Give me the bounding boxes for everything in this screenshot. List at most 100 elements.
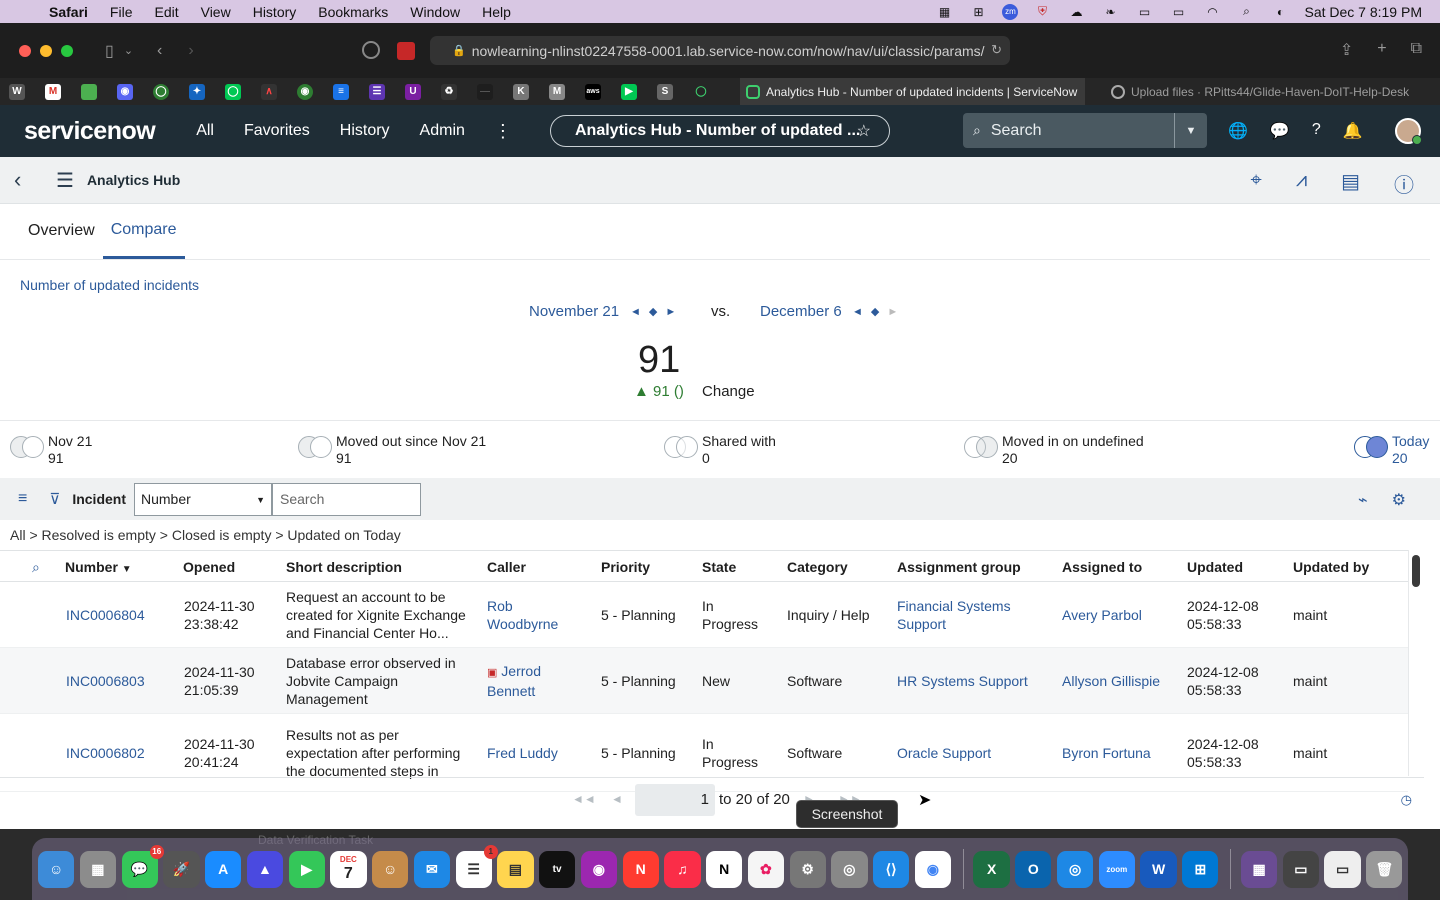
close-window-button[interactable] xyxy=(19,44,31,57)
nav-all[interactable]: All xyxy=(181,122,229,140)
sidebar-icon[interactable]: ▯ xyxy=(105,41,114,61)
comments-icon[interactable]: ▤ xyxy=(1341,169,1360,198)
favorite-s-icon[interactable]: S xyxy=(657,83,673,100)
tab-overview-icon[interactable]: ⧉ xyxy=(1411,40,1422,60)
favorite-circle-icon[interactable]: ◯ xyxy=(153,83,169,100)
podcasts-icon[interactable]: ◉ xyxy=(580,850,617,888)
favorite-servicenow2-icon[interactable]: ◯ xyxy=(693,83,709,100)
mail-icon[interactable]: ✉ xyxy=(413,850,450,888)
date-2-arrows[interactable]: ◄◆► xyxy=(852,305,906,318)
menu-app-name[interactable]: Safari xyxy=(38,4,99,20)
incident-number-link[interactable]: INC0006804 xyxy=(66,606,145,624)
gmail-icon[interactable]: M xyxy=(45,83,61,100)
column-search-icon[interactable]: ⌕ xyxy=(32,559,40,576)
calendar-icon[interactable]: DEC 7 xyxy=(330,850,367,888)
col-updated[interactable]: Updated xyxy=(1187,559,1243,575)
assignment-group-link[interactable]: Financial Systems Support xyxy=(897,597,1011,633)
favorite-u-icon[interactable]: U xyxy=(405,83,421,100)
system-settings-icon[interactable]: ⚙ xyxy=(789,850,826,888)
tab-upload-files[interactable]: Upload files · RPitts44/Glide-Haven-DoIT… xyxy=(1105,78,1440,105)
favorite-recycle-icon[interactable]: ♻ xyxy=(441,83,457,100)
assigned-to-link[interactable]: Avery Parbol xyxy=(1062,606,1142,624)
compare-date-1[interactable]: November 21 xyxy=(529,303,619,320)
launchpad-icon[interactable]: ▦ xyxy=(79,850,116,888)
favorite-wave-icon[interactable]: ∧ xyxy=(261,83,277,100)
hamburger-menu-icon[interactable]: ☰ xyxy=(56,168,74,193)
tab-compare[interactable]: Compare xyxy=(102,203,185,259)
menu-bookmarks[interactable]: Bookmarks xyxy=(307,4,399,20)
caller-link[interactable]: ▣ Jerrod Bennett xyxy=(487,662,541,700)
filter-breadcrumb[interactable]: All > Resolved is empty > Closed is empt… xyxy=(10,527,401,543)
favorite-k-icon[interactable]: K xyxy=(513,83,529,100)
indicator-link[interactable]: Number of updated incidents xyxy=(20,277,199,293)
recent-item-icon[interactable]: ▦ xyxy=(1240,850,1278,888)
favorite-w-icon[interactable]: W xyxy=(9,83,25,100)
spotlight-search-icon[interactable]: ⌕ xyxy=(1236,4,1256,19)
settings-gear-icon[interactable]: ⚙ xyxy=(1392,490,1406,510)
mcafee-icon[interactable]: ⛨ xyxy=(1032,4,1052,19)
col-updated-by[interactable]: Updated by xyxy=(1293,559,1369,575)
chevron-down-icon[interactable]: ⌄ xyxy=(124,44,133,57)
music-icon[interactable]: ♫ xyxy=(664,850,701,888)
menu-file[interactable]: File xyxy=(99,4,144,20)
assigned-to-link[interactable]: Allyson Gillispie xyxy=(1062,672,1160,690)
battery-icon[interactable]: ▭ xyxy=(1168,5,1188,19)
reload-icon[interactable]: ↻ xyxy=(991,42,1002,58)
share-icon[interactable]: ⇪ xyxy=(1340,40,1353,60)
menu-view[interactable]: View xyxy=(190,4,242,20)
col-number[interactable]: Number ▼ xyxy=(65,559,132,575)
downloads-icon[interactable] xyxy=(362,41,380,59)
feather-icon[interactable]: ❧ xyxy=(1100,5,1120,19)
notes-icon[interactable]: ▤ xyxy=(497,850,534,888)
wifi-icon[interactable]: ◠ xyxy=(1202,5,1222,19)
venn-nov21[interactable]: Nov 21 91 xyxy=(10,433,92,467)
page-number-input[interactable]: 1 xyxy=(635,784,715,816)
favorite-green-icon[interactable] xyxy=(81,83,97,100)
table-row[interactable]: INC0006804 2024-11-30 23:38:42 Request an… xyxy=(0,582,1408,648)
tab-overview[interactable]: Overview xyxy=(20,203,103,259)
discord-icon[interactable]: ◉ xyxy=(117,83,133,100)
user-avatar[interactable] xyxy=(1395,118,1422,145)
caller-link[interactable]: Rob Woodbyrne xyxy=(487,597,558,633)
favorite-jira-icon[interactable]: ✦ xyxy=(189,83,205,100)
cloud-icon[interactable]: ☁ xyxy=(1066,5,1086,19)
screenshot-icon[interactable]: ◎ xyxy=(831,850,868,888)
col-assignment-group[interactable]: Assignment group xyxy=(897,559,1021,575)
nav-history[interactable]: History xyxy=(325,122,405,140)
notifications-bell-icon[interactable]: 🔔 xyxy=(1343,121,1363,141)
forward-icon[interactable]: › xyxy=(188,42,193,60)
favorite-dash-icon[interactable]: — xyxy=(477,83,493,100)
more-menu-icon[interactable]: ⋮ xyxy=(480,121,526,142)
windows-app-icon[interactable]: ⊞ xyxy=(1182,850,1219,888)
aws-icon[interactable]: aws xyxy=(585,83,601,100)
zoom-window-button[interactable] xyxy=(61,44,73,57)
outlook-icon[interactable]: O xyxy=(1015,850,1052,888)
search-field-select[interactable]: Number ▼ xyxy=(134,482,272,516)
search-scope-dropdown[interactable]: ▼ xyxy=(1174,113,1207,148)
venn-today[interactable]: Today 20 xyxy=(1354,433,1429,467)
google-docs-icon[interactable]: ≡ xyxy=(333,83,349,100)
assigned-to-link[interactable]: Byron Fortuna xyxy=(1062,744,1151,762)
menubar-clock[interactable]: Sat Dec 7 8:19 PM xyxy=(1304,4,1422,20)
col-caller[interactable]: Caller xyxy=(487,559,526,575)
incident-number-link[interactable]: INC0006803 xyxy=(66,672,145,690)
prism-icon[interactable]: ▲ xyxy=(246,850,283,888)
zoom-status-icon[interactable]: zm xyxy=(1002,3,1019,20)
pulse-icon[interactable]: ⌁ xyxy=(1358,490,1368,510)
formula-icon[interactable]: ⩘ xyxy=(1296,169,1307,198)
news-icon[interactable]: N xyxy=(622,850,659,888)
list-menu-icon[interactable]: ≡ xyxy=(18,490,27,508)
display-icon[interactable]: ▭ xyxy=(1134,5,1154,19)
contacts-icon[interactable]: ☺ xyxy=(372,850,409,888)
response-time-icon[interactable]: ◷ xyxy=(1401,792,1412,808)
menu-history[interactable]: History xyxy=(242,4,308,20)
globe-icon[interactable]: 🌐 xyxy=(1228,121,1248,141)
venn-shared[interactable]: Shared with 0 xyxy=(664,433,776,467)
extension-shield-icon[interactable] xyxy=(397,42,415,60)
favorite-m-icon[interactable]: M xyxy=(549,83,565,100)
reminders-icon[interactable]: ☰ 1 xyxy=(455,844,498,888)
messages-icon[interactable]: 💬 16 xyxy=(121,844,164,888)
favorite-flag-icon[interactable]: ▶ xyxy=(621,83,637,100)
venn-moved-out[interactable]: Moved out since Nov 21 91 xyxy=(298,433,486,467)
menu-edit[interactable]: Edit xyxy=(143,4,189,20)
